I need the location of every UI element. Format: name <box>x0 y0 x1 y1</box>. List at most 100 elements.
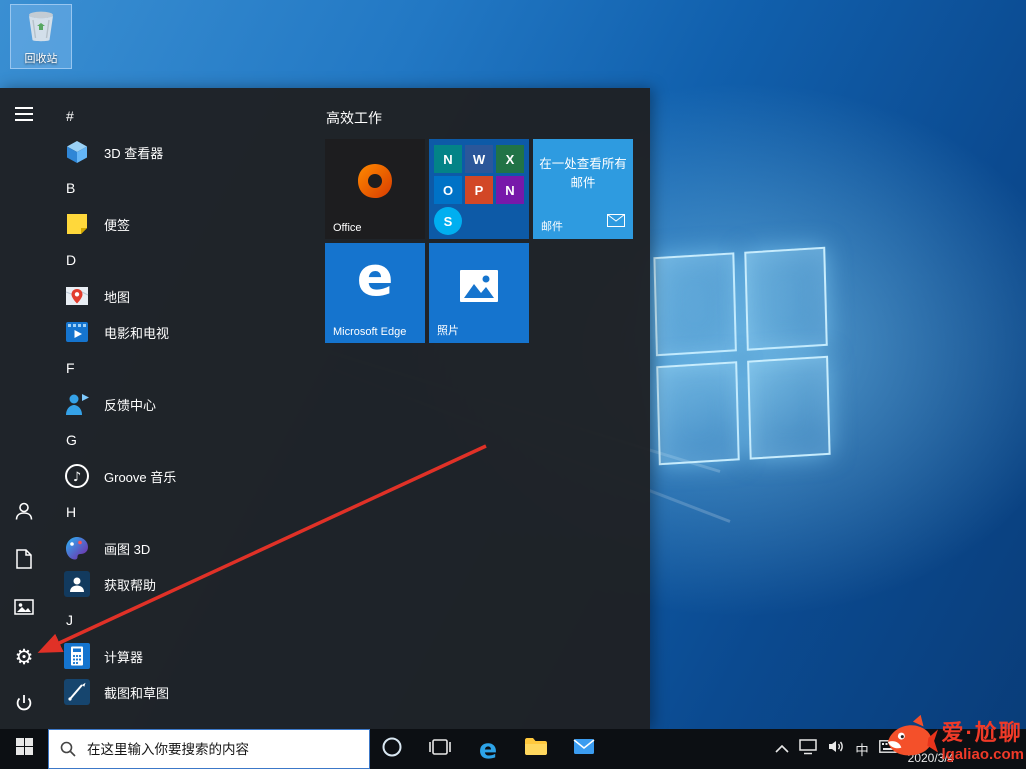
mini-tile-onenote: N <box>496 176 524 204</box>
mail-icon <box>573 738 595 760</box>
photos-icon <box>459 269 499 308</box>
power-icon <box>14 693 34 718</box>
tile-label: 照片 <box>437 322 459 338</box>
app-list-item-feedback-hub[interactable]: 反馈中心 <box>58 386 318 422</box>
app-section-header-d[interactable]: D <box>58 242 318 278</box>
start-menu: ⚙ # 3D 查看器 B 便签 D 地图 <box>0 88 650 729</box>
taskbar-mail-button[interactable] <box>560 729 608 769</box>
windows-hero-logo <box>653 247 830 465</box>
snip-sketch-icon <box>62 677 92 707</box>
user-account-button[interactable] <box>0 489 48 537</box>
tile-label: 邮件 <box>541 218 563 234</box>
tile-office[interactable]: Office <box>325 139 425 239</box>
windows-logo-pane <box>653 252 736 356</box>
user-icon <box>14 501 34 526</box>
taskbar-edge-button[interactable]: e <box>464 729 512 769</box>
recycle-bin-icon <box>23 31 59 48</box>
mail-tile-message: 在一处查看所有邮件 <box>537 155 629 194</box>
start-button[interactable] <box>0 729 48 769</box>
network-tray-button[interactable] <box>794 729 822 769</box>
app-list-item-calculator[interactable]: 计算器 <box>58 638 318 674</box>
settings-rail-button[interactable]: ⚙ <box>0 633 48 681</box>
pictures-button[interactable] <box>0 585 48 633</box>
start-app-list: # 3D 查看器 B 便签 D 地图 电影和电视 <box>58 98 318 710</box>
mini-tile-word: W <box>465 145 493 173</box>
taskbar: e 中 2020/3/4 <box>0 729 1026 769</box>
app-section-header-h[interactable]: H <box>58 494 318 530</box>
mini-tile-skype: S <box>434 207 462 235</box>
feedback-hub-icon <box>62 389 92 419</box>
taskbar-search <box>48 729 370 769</box>
start-tiles-area: 高效工作 Office N W X O P N S 在一处查看所有邮件 邮件 <box>325 88 647 729</box>
app-section-header-j[interactable]: J <box>58 602 318 638</box>
show-hidden-icons-button[interactable] <box>770 729 794 769</box>
edge-e-icon: e <box>325 245 425 308</box>
app-list-item-groove-music[interactable]: ♪ Groove 音乐 <box>58 458 318 494</box>
gear-icon: ⚙ <box>15 647 34 668</box>
file-explorer-button[interactable] <box>512 729 560 769</box>
mini-tile: N <box>434 145 462 173</box>
app-section-header-f[interactable]: F <box>58 350 318 386</box>
app-list-item-maps[interactable]: 地图 <box>58 278 318 314</box>
cortana-icon <box>381 736 403 763</box>
app-list-item-movies-tv[interactable]: 电影和电视 <box>58 314 318 350</box>
viewer-3d-icon <box>62 137 92 167</box>
network-icon <box>799 739 817 760</box>
calculator-icon <box>62 641 92 671</box>
windows-logo-pane <box>747 356 830 460</box>
tile-microsoft-edge[interactable]: e Microsoft Edge <box>325 243 425 343</box>
app-list-item-3d-viewer[interactable]: 3D 查看器 <box>58 134 318 170</box>
tile-group-title[interactable]: 高效工作 <box>326 108 382 128</box>
app-list-item-paint-3d[interactable]: 画图 3D <box>58 530 318 566</box>
hamburger-icon <box>15 107 33 126</box>
app-list-item-sticky-notes[interactable]: 便签 <box>58 206 318 242</box>
volume-tray-button[interactable] <box>822 729 850 769</box>
watermark-title: 爱·尬聊 <box>941 720 1024 745</box>
app-list-item-get-help[interactable]: 获取帮助 <box>58 566 318 602</box>
sticky-notes-icon <box>62 209 92 239</box>
office-logo-icon <box>355 161 395 206</box>
recycle-bin-shortcut[interactable]: 回收站 <box>10 4 72 69</box>
paint-3d-icon <box>62 533 92 563</box>
tile-office-apps-folder[interactable]: N W X O P N S <box>429 139 529 239</box>
groove-music-icon: ♪ <box>62 461 92 491</box>
mail-envelope-icon <box>607 214 625 232</box>
edge-icon: e <box>479 734 497 765</box>
tile-photos[interactable]: 照片 <box>429 243 529 343</box>
office-apps-mini-grid: N W X O P N S <box>434 145 524 235</box>
power-button[interactable] <box>0 681 48 729</box>
shark-mascot-icon <box>884 714 938 769</box>
cortana-button[interactable] <box>368 729 416 769</box>
tile-label: Office <box>333 222 362 234</box>
svg-text:♪: ♪ <box>73 470 81 485</box>
app-section-header-hash[interactable]: # <box>58 98 318 134</box>
watermark-site: lgaliao.com <box>941 746 1024 763</box>
get-help-icon <box>62 569 92 599</box>
app-list-item-snip-sketch[interactable]: 截图和草图 <box>58 674 318 710</box>
recycle-bin-label: 回收站 <box>11 50 71 66</box>
volume-icon <box>827 739 845 759</box>
mini-tile-outlook: O <box>434 176 462 204</box>
task-view-button[interactable] <box>416 729 464 769</box>
tile-mail[interactable]: 在一处查看所有邮件 邮件 <box>533 139 633 239</box>
pictures-icon <box>14 599 34 620</box>
search-input[interactable] <box>48 729 370 769</box>
app-section-header-b[interactable]: B <box>58 170 318 206</box>
documents-button[interactable] <box>0 537 48 585</box>
ime-indicator[interactable]: 中 <box>850 729 874 769</box>
hamburger-menu-button[interactable] <box>0 92 48 140</box>
mini-tile-excel: X <box>496 145 524 173</box>
windows-logo-pane <box>656 361 739 465</box>
movies-tv-icon <box>62 317 92 347</box>
tile-label: Microsoft Edge <box>333 326 406 338</box>
document-icon <box>16 549 32 574</box>
task-view-icon <box>429 738 451 761</box>
chevron-up-icon <box>775 740 789 758</box>
maps-icon <box>62 281 92 311</box>
windows-logo-icon <box>16 738 33 760</box>
mini-tile-powerpoint: P <box>465 176 493 204</box>
site-watermark: 爱·尬聊 lgaliao.com <box>884 714 1024 769</box>
app-section-header-g[interactable]: G <box>58 422 318 458</box>
folder-icon <box>524 737 548 761</box>
start-menu-rail: ⚙ <box>0 88 48 729</box>
